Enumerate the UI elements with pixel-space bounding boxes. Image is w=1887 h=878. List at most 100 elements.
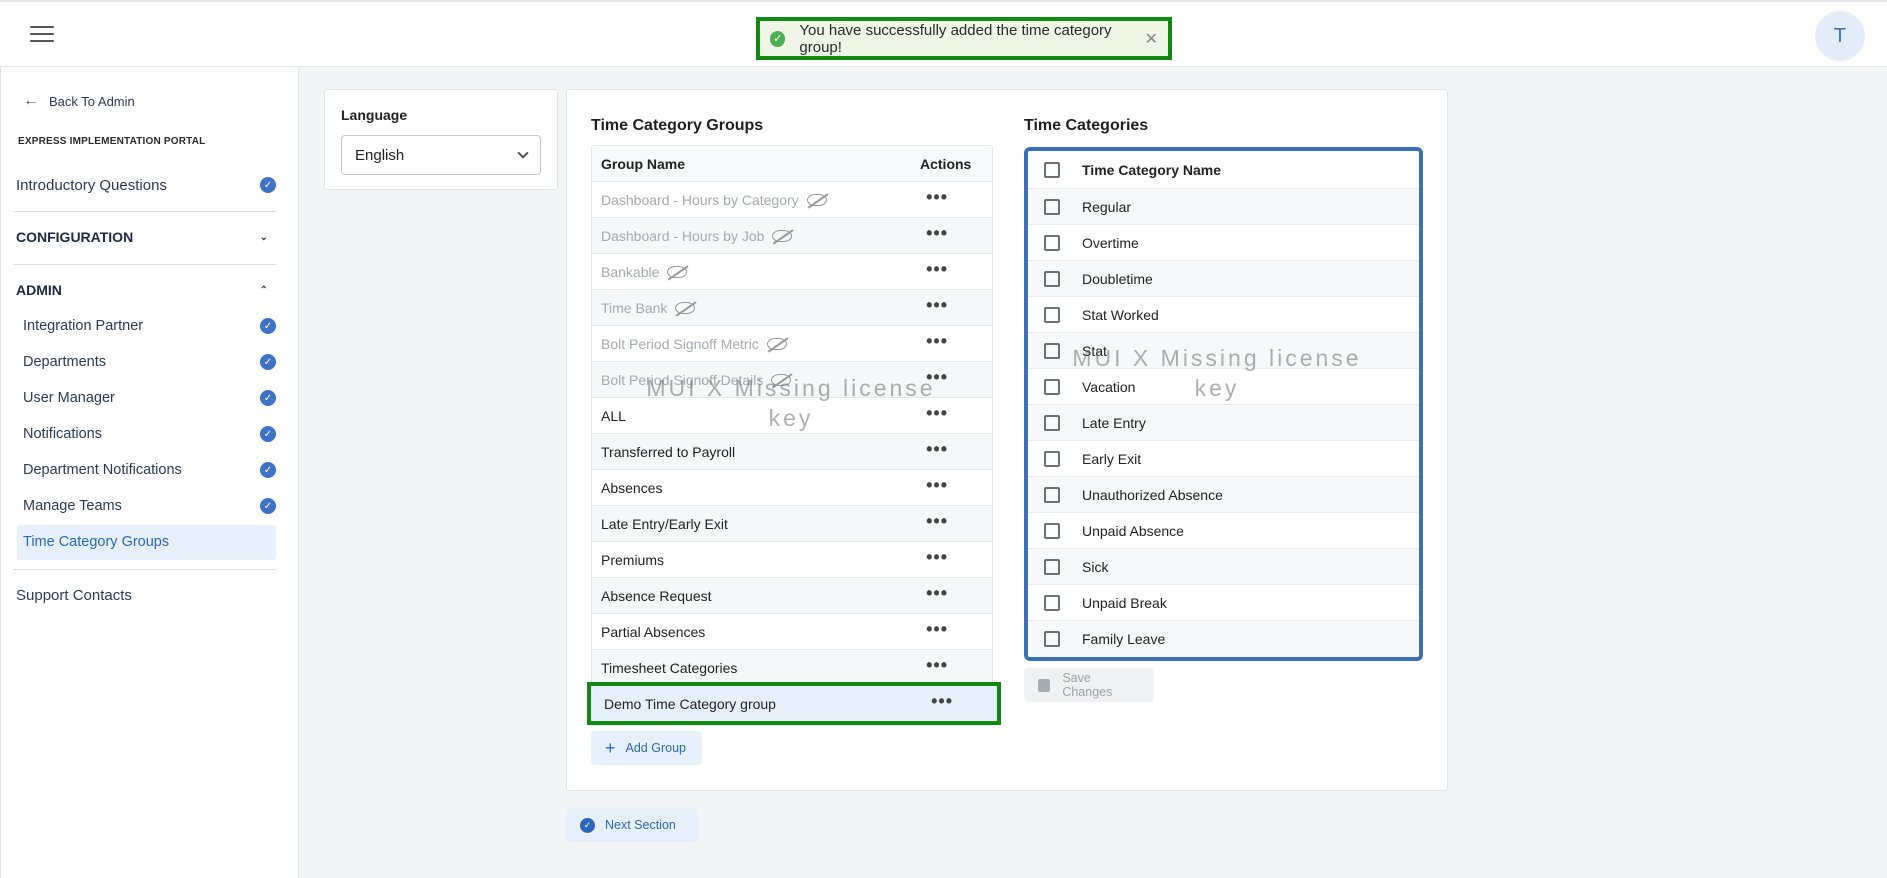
check-circle-icon: ✓ — [260, 177, 276, 193]
row-checkbox[interactable] — [1044, 198, 1060, 215]
avatar[interactable]: T — [1815, 11, 1865, 61]
row-checkbox[interactable] — [1044, 522, 1060, 539]
more-actions-icon[interactable]: ••• — [926, 404, 948, 422]
table-row[interactable]: Unpaid Break — [1028, 585, 1419, 621]
table-row[interactable]: Bankable ••• — [592, 254, 992, 290]
row-checkbox[interactable] — [1044, 234, 1060, 251]
more-actions-icon[interactable]: ••• — [926, 296, 948, 314]
more-actions-icon[interactable]: ••• — [926, 476, 948, 494]
table-row[interactable]: Late Entry/Early Exit ••• — [592, 506, 992, 542]
table-row[interactable]: Regular — [1028, 189, 1419, 225]
sidebar-item-user-manager[interactable]: User Manager ✓ — [23, 382, 276, 414]
divider — [13, 569, 276, 570]
row-checkbox[interactable] — [1044, 378, 1060, 395]
table-row[interactable]: Early Exit — [1028, 441, 1419, 477]
more-actions-icon[interactable]: ••• — [926, 620, 948, 638]
table-row[interactable]: Unpaid Absence — [1028, 513, 1419, 549]
col-group-name[interactable]: Group Name — [592, 156, 685, 172]
portal-title: EXPRESS IMPLEMENTATION PORTAL — [18, 136, 206, 147]
menu-icon[interactable] — [30, 26, 54, 44]
more-actions-icon[interactable]: ••• — [926, 332, 948, 350]
sidebar-item-notifications[interactable]: Notifications ✓ — [23, 418, 276, 450]
check-circle-icon: ✓ — [580, 817, 595, 833]
group-name: Late Entry/Early Exit — [592, 516, 728, 532]
check-circle-icon: ✓ — [260, 390, 276, 406]
table-row[interactable]: Partial Absences ••• — [592, 614, 992, 650]
group-name-text: Bolt Period Signoff Details — [601, 371, 764, 388]
select-all-checkbox[interactable] — [1044, 161, 1060, 178]
table-row[interactable]: Stat Worked — [1028, 297, 1419, 333]
more-actions-icon[interactable]: ••• — [926, 188, 948, 206]
table-row[interactable]: Timesheet Categories ••• — [592, 650, 992, 686]
more-actions-icon[interactable]: ••• — [926, 656, 948, 674]
category-name: Late Entry — [1082, 414, 1146, 431]
category-name: Stat Worked — [1082, 306, 1159, 323]
table-row[interactable]: Vacation — [1028, 369, 1419, 405]
close-icon[interactable]: ✕ — [1145, 29, 1158, 49]
table-row[interactable]: Late Entry — [1028, 405, 1419, 441]
sidebar-item-label: Notifications — [23, 426, 102, 442]
category-name: Early Exit — [1082, 450, 1142, 467]
table-row[interactable]: Absence Request ••• — [592, 578, 992, 614]
sidebar-item-departments[interactable]: Departments ✓ — [23, 346, 276, 378]
next-section-button[interactable]: ✓ Next Section — [566, 808, 698, 842]
group-name-text: Partial Absences — [601, 623, 706, 640]
table-row[interactable]: Overtime — [1028, 225, 1419, 261]
check-circle-icon: ✓ — [260, 318, 276, 334]
table-row[interactable]: ALL ••• — [592, 398, 992, 434]
more-actions-icon[interactable]: ••• — [926, 224, 948, 242]
table-row[interactable]: Stat — [1028, 333, 1419, 369]
table-row[interactable]: Premiums ••• — [592, 542, 992, 578]
sidebar-item-support-contacts[interactable]: Support Contacts — [16, 579, 276, 611]
category-name: Regular — [1082, 198, 1132, 215]
table-row[interactable]: Dashboard - Hours by Job ••• — [592, 218, 992, 254]
chevron-down-icon: ⌄ — [259, 231, 268, 243]
table-row[interactable]: Dashboard - Hours by Category ••• — [592, 182, 992, 218]
sidebar-item-introductory-questions[interactable]: Introductory Questions ✓ — [16, 169, 276, 201]
language-card: Language English — [324, 89, 558, 190]
table-row[interactable]: Time Bank ••• — [592, 290, 992, 326]
sidebar-section-configuration[interactable]: CONFIGURATION ⌄ — [16, 221, 276, 253]
section-label: ADMIN — [16, 282, 62, 298]
sidebar-item-label: Support Contacts — [16, 586, 132, 604]
table-row[interactable]: Demo Time Category group ••• — [587, 682, 1001, 725]
eye-off-icon — [772, 229, 793, 242]
more-actions-icon[interactable]: ••• — [926, 368, 948, 386]
sidebar-section-admin[interactable]: ADMIN ⌃ — [16, 274, 276, 306]
row-checkbox[interactable] — [1044, 486, 1060, 503]
row-checkbox[interactable] — [1044, 270, 1060, 287]
more-actions-icon[interactable]: ••• — [926, 512, 948, 530]
row-checkbox[interactable] — [1044, 450, 1060, 467]
sidebar-item-manage-teams[interactable]: Manage Teams ✓ — [23, 490, 276, 522]
add-group-button[interactable]: + Add Group — [591, 731, 702, 765]
table-row[interactable]: Sick — [1028, 549, 1419, 585]
success-icon: ✓ — [770, 30, 786, 47]
more-actions-icon[interactable]: ••• — [926, 584, 948, 602]
more-actions-icon[interactable]: ••• — [926, 440, 948, 458]
sidebar-item-integration-partner[interactable]: Integration Partner ✓ — [23, 310, 276, 342]
table-row[interactable]: Family Leave — [1028, 621, 1419, 657]
row-checkbox[interactable] — [1044, 631, 1060, 647]
row-checkbox[interactable] — [1044, 594, 1060, 611]
sidebar-item-time-category-groups[interactable]: Time Category Groups — [23, 526, 276, 558]
language-select[interactable]: English — [341, 135, 541, 175]
row-checkbox[interactable] — [1044, 306, 1060, 323]
sidebar-item-label: Integration Partner — [23, 318, 144, 334]
row-checkbox[interactable] — [1044, 414, 1060, 431]
table-row[interactable]: Unauthorized Absence — [1028, 477, 1419, 513]
table-row[interactable]: Absences ••• — [592, 470, 992, 506]
sidebar-item-department-notifications[interactable]: Department Notifications ✓ — [23, 454, 276, 486]
row-checkbox[interactable] — [1044, 342, 1060, 359]
table-row[interactable]: Doubletime — [1028, 261, 1419, 297]
row-checkbox[interactable] — [1044, 558, 1060, 575]
save-changes-button[interactable]: Save Changes — [1024, 668, 1154, 702]
more-actions-icon[interactable]: ••• — [926, 548, 948, 566]
table-row[interactable]: Bolt Period Signoff Details ••• — [592, 362, 992, 398]
more-actions-icon[interactable]: ••• — [926, 260, 948, 278]
more-actions-icon[interactable]: ••• — [931, 692, 953, 710]
plus-icon: + — [605, 737, 616, 758]
eye-off-icon — [766, 337, 787, 350]
table-row[interactable]: Transferred to Payroll ••• — [592, 434, 992, 470]
back-to-admin-link[interactable]: ← Back To Admin — [23, 92, 135, 110]
table-row[interactable]: Bolt Period Signoff Metric ••• — [592, 326, 992, 362]
